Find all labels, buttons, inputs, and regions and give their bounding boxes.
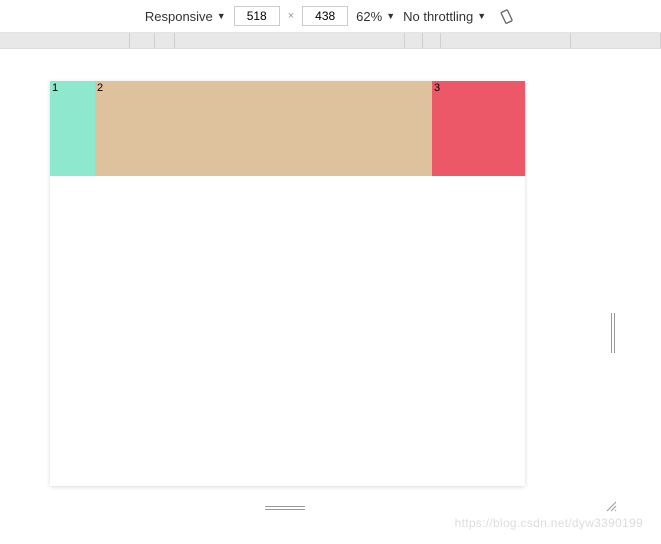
canvas-area: 1 2 3	[0, 49, 661, 544]
height-input[interactable]	[302, 6, 348, 26]
resize-handle-bottom[interactable]	[265, 506, 305, 512]
flex-col-3: 3	[432, 81, 525, 176]
col-label: 2	[95, 81, 432, 95]
rotate-icon[interactable]	[500, 8, 516, 24]
device-viewport: 1 2 3	[50, 81, 525, 486]
caret-down-icon: ▼	[217, 11, 226, 21]
device-dropdown[interactable]: Responsive ▼	[145, 9, 226, 24]
dimension-separator: ×	[288, 10, 294, 22]
col-label: 1	[50, 81, 95, 95]
col-label: 3	[432, 81, 525, 95]
zoom-dropdown[interactable]: 62% ▼	[356, 9, 395, 24]
device-toolbar: Responsive ▼ × 62% ▼ No throttling ▼	[0, 0, 661, 33]
caret-down-icon: ▼	[386, 11, 395, 21]
device-label: Responsive	[145, 9, 213, 24]
flex-row: 1 2 3	[50, 81, 525, 176]
resize-handle-right[interactable]	[611, 313, 617, 353]
caret-down-icon: ▼	[477, 11, 486, 21]
zoom-label: 62%	[356, 9, 382, 24]
throttling-dropdown[interactable]: No throttling ▼	[403, 9, 486, 24]
throttling-label: No throttling	[403, 9, 473, 24]
flex-col-2: 2	[95, 81, 432, 176]
ruler-bar	[0, 33, 661, 49]
watermark: https://blog.csdn.net/dyw3390199	[455, 516, 643, 530]
resize-handle-corner[interactable]	[605, 500, 617, 512]
flex-col-1: 1	[50, 81, 95, 176]
width-input[interactable]	[234, 6, 280, 26]
